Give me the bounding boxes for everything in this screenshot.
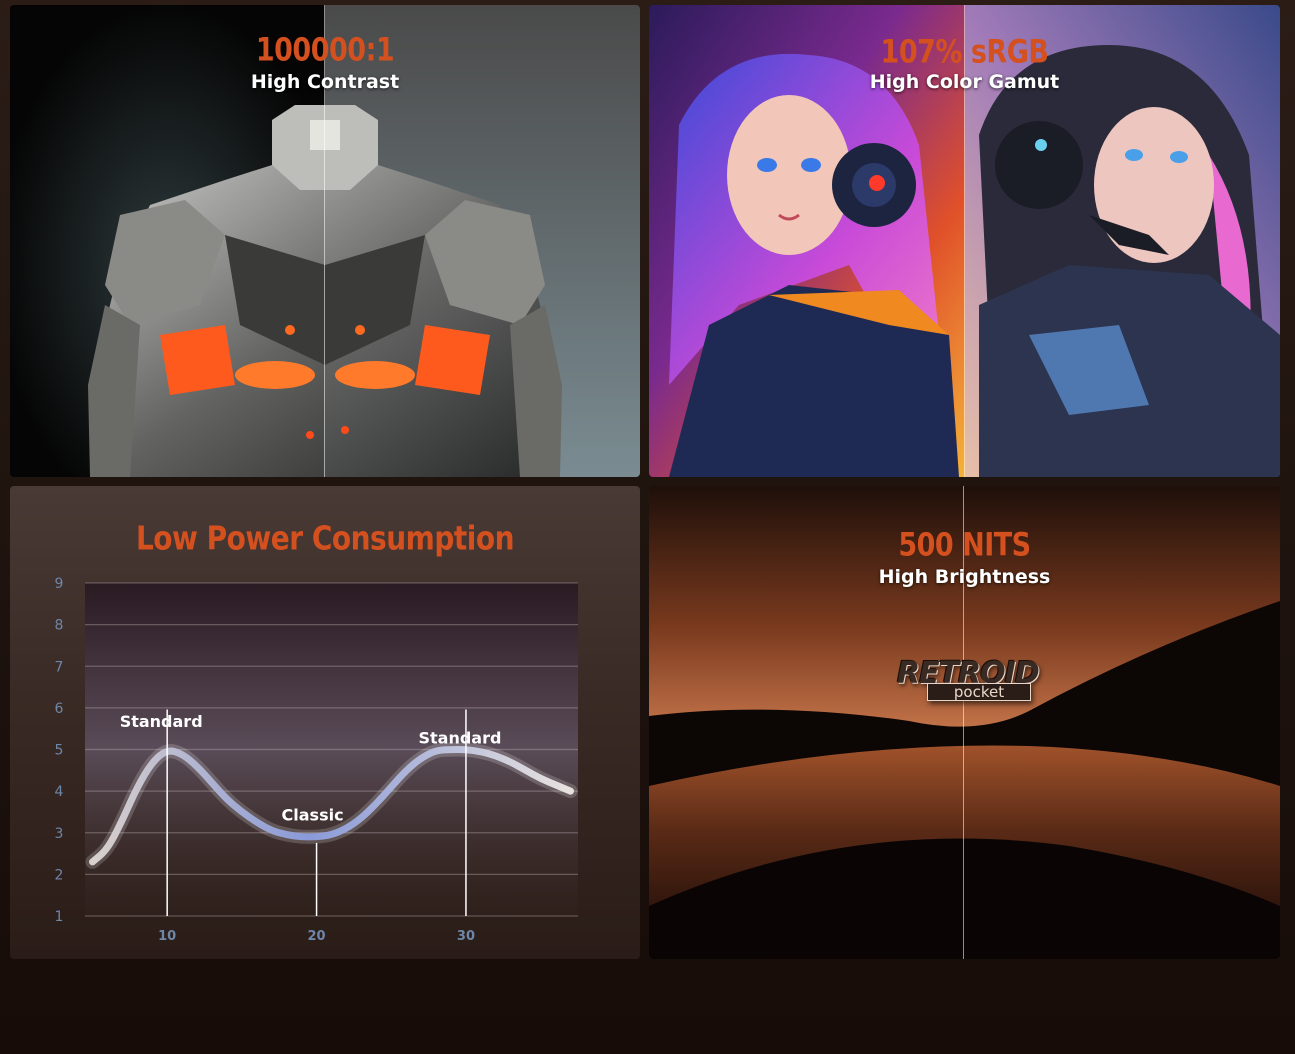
annotation-label: Standard <box>418 728 501 747</box>
y-tick-label: 7 <box>55 659 64 675</box>
x-tick-label: 20 <box>308 929 326 944</box>
y-tick-label: 6 <box>55 701 64 717</box>
power-consumption-panel: Low Power Consumption 1 2 3 4 5 6 7 8 9 10 20 30 Sta… <box>10 486 640 959</box>
contrast-subtitle: High Contrast <box>250 71 400 93</box>
annotation-label: Classic <box>282 805 344 824</box>
power-chart: 1 2 3 4 5 6 7 8 9 10 20 30 Standard Classic Standard <box>55 576 578 944</box>
contrast-panel: 100000:1 High Contrast <box>10 5 640 477</box>
pocket-logo-text: pocket <box>927 683 1031 701</box>
x-tick-label: 10 <box>158 929 176 944</box>
color-gamut-panel: 107% sRGB High Color Gamut <box>649 5 1280 477</box>
y-tick-label: 8 <box>55 618 64 634</box>
annotation-label: Standard <box>120 712 203 731</box>
retroid-pocket-logo: RETROID pocket <box>897 656 1040 716</box>
brightness-title: 500 NITS <box>898 527 1031 564</box>
x-tick-label: 30 <box>457 929 475 944</box>
contrast-ratio-title: 100000:1 <box>255 32 395 69</box>
y-tick-label: 4 <box>55 784 64 800</box>
brightness-panel: 500 NITS High Brightness RETROID pocket <box>649 486 1280 959</box>
y-tick-label: 9 <box>55 576 64 592</box>
gamut-title: 107% sRGB <box>880 34 1049 71</box>
gamut-subtitle: High Color Gamut <box>869 71 1060 93</box>
y-tick-label: 2 <box>55 867 64 883</box>
y-tick-label: 1 <box>55 909 64 925</box>
brightness-subtitle: High Brightness <box>878 566 1051 588</box>
y-tick-label: 3 <box>55 826 64 842</box>
y-tick-label: 5 <box>55 743 64 759</box>
